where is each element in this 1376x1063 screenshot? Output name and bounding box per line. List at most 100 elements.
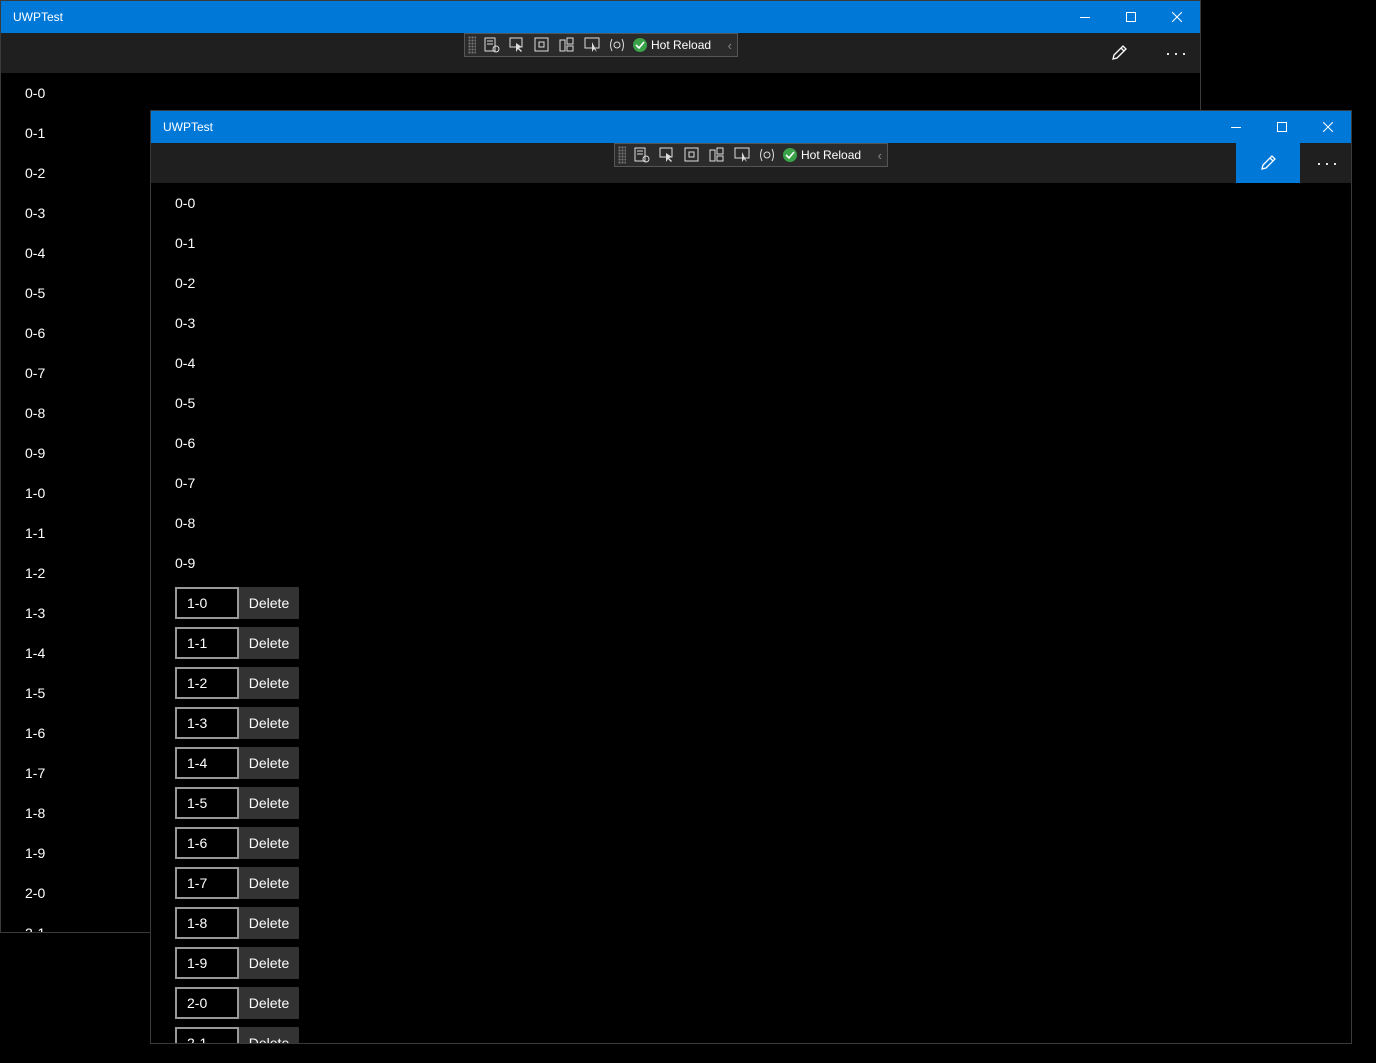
select-element-button[interactable] [654,144,679,166]
list-item[interactable]: 1-5 [25,673,45,713]
list-item[interactable]: 0-4 [175,343,299,383]
collapse-chevron-icon[interactable]: ‹ [878,148,882,163]
list-item[interactable]: 0-2 [175,263,299,303]
more-options-icon: ··· [1165,43,1189,63]
item-text-field[interactable]: 1-8 [175,907,239,939]
delete-button[interactable]: Delete [239,707,299,739]
minimize-icon [1080,17,1090,18]
edit-button[interactable] [1236,143,1300,183]
list-item[interactable]: 1-4 [25,633,45,673]
collapse-chevron-icon[interactable]: ‹ [728,38,732,53]
list-item[interactable]: 0-9 [25,433,45,473]
list-item[interactable]: 0-2 [25,153,45,193]
list-item[interactable]: 0-0 [25,73,45,113]
edit-row: 1-3 Delete [175,703,299,743]
list-item[interactable]: 0-4 [25,233,45,273]
edit-row: 1-4 Delete [175,743,299,783]
delete-button[interactable]: Delete [239,587,299,619]
item-text-field[interactable]: 1-5 [175,787,239,819]
list-item[interactable]: 0-9 [175,543,299,583]
title-bar[interactable]: UWPTest [1,1,1200,33]
edit-row: 1-7 Delete [175,863,299,903]
delete-button[interactable]: Delete [239,827,299,859]
list-item[interactable]: 1-1 [25,513,45,553]
list-item[interactable]: 2-1 [25,913,45,932]
list-item[interactable]: 0-5 [175,383,299,423]
minimize-button[interactable] [1062,1,1108,33]
delete-button[interactable]: Delete [239,667,299,699]
close-button[interactable] [1154,1,1200,33]
binding-failures-button[interactable] [754,144,779,166]
list-item[interactable]: 0-1 [175,223,299,263]
item-text-field[interactable]: 1-4 [175,747,239,779]
toolbar-grip[interactable] [468,36,476,54]
command-bar: Hot Reload ‹ ··· [1,33,1200,73]
list-item[interactable]: 1-7 [25,753,45,793]
track-focus-icon [709,147,723,162]
preview-selection-button[interactable] [579,34,604,56]
delete-button[interactable]: Delete [239,747,299,779]
list-item[interactable]: 0-5 [25,273,45,313]
list-item[interactable]: 0-8 [25,393,45,433]
list-item[interactable]: 0-6 [175,423,299,463]
close-icon [1172,12,1182,22]
maximize-button[interactable] [1259,111,1305,143]
live-visual-tree-button[interactable] [479,34,504,56]
more-options-button[interactable]: ··· [1145,33,1200,73]
preview-selection-button[interactable] [729,144,754,166]
delete-button[interactable]: Delete [239,987,299,1019]
items-list[interactable]: 0-0 0-1 0-2 0-3 0-4 0-5 0-6 0-7 0-8 0-9 1-0 1-1 1-2 1… [25,73,45,932]
maximize-button[interactable] [1108,1,1154,33]
track-focus-button[interactable] [554,34,579,56]
delete-button[interactable]: Delete [239,627,299,659]
list-item[interactable]: 1-6 [25,713,45,753]
list-item[interactable]: 1-3 [25,593,45,633]
list-item[interactable]: 1-9 [25,833,45,873]
display-layout-adorners-button[interactable] [679,144,704,166]
list-item[interactable]: 1-0 [25,473,45,513]
edit-button[interactable] [1087,33,1151,73]
delete-button[interactable]: Delete [239,947,299,979]
select-element-button[interactable] [504,34,529,56]
minimize-button[interactable] [1213,111,1259,143]
list-item[interactable]: 0-7 [175,463,299,503]
track-focus-button[interactable] [704,144,729,166]
delete-button[interactable]: Delete [239,1027,299,1043]
item-text-field[interactable]: 2-1 [175,1027,239,1043]
delete-button[interactable]: Delete [239,867,299,899]
more-options-button[interactable]: ··· [1296,143,1351,183]
edit-pencil-icon [1112,45,1127,60]
item-text-field[interactable]: 1-7 [175,867,239,899]
display-layout-adorners-button[interactable] [529,34,554,56]
select-element-icon [659,147,672,162]
delete-button[interactable]: Delete [239,907,299,939]
caption-buttons [1213,111,1351,143]
list-item[interactable]: 0-1 [25,113,45,153]
item-text-field[interactable]: 2-0 [175,987,239,1019]
list-item[interactable]: 2-0 [25,873,45,913]
list-item[interactable]: 0-8 [175,503,299,543]
binding-failures-button[interactable] [604,34,629,56]
list-item[interactable]: 0-3 [25,193,45,233]
close-button[interactable] [1305,111,1351,143]
delete-button[interactable]: Delete [239,787,299,819]
item-text-field[interactable]: 1-9 [175,947,239,979]
list-item[interactable]: 0-6 [25,313,45,353]
command-bar: Hot Reload ‹ ··· [151,143,1351,183]
live-visual-tree-button[interactable] [629,144,654,166]
item-text-field[interactable]: 1-3 [175,707,239,739]
list-item[interactable]: 0-3 [175,303,299,343]
hot-reload-status[interactable]: Hot Reload [783,148,861,162]
hot-reload-status[interactable]: Hot Reload [633,38,711,52]
list-item[interactable]: 0-7 [25,353,45,393]
item-text-field[interactable]: 1-1 [175,627,239,659]
item-text-field[interactable]: 1-2 [175,667,239,699]
item-text-field[interactable]: 1-0 [175,587,239,619]
list-item[interactable]: 1-2 [25,553,45,593]
item-text-field[interactable]: 1-6 [175,827,239,859]
items-list[interactable]: 0-0 0-1 0-2 0-3 0-4 0-5 0-6 0-7 0-8 0-9 1-0 Delete 1… [175,183,299,1043]
toolbar-grip[interactable] [618,146,626,164]
title-bar[interactable]: UWPTest [151,111,1351,143]
list-item[interactable]: 0-0 [175,183,299,223]
list-item[interactable]: 1-8 [25,793,45,833]
